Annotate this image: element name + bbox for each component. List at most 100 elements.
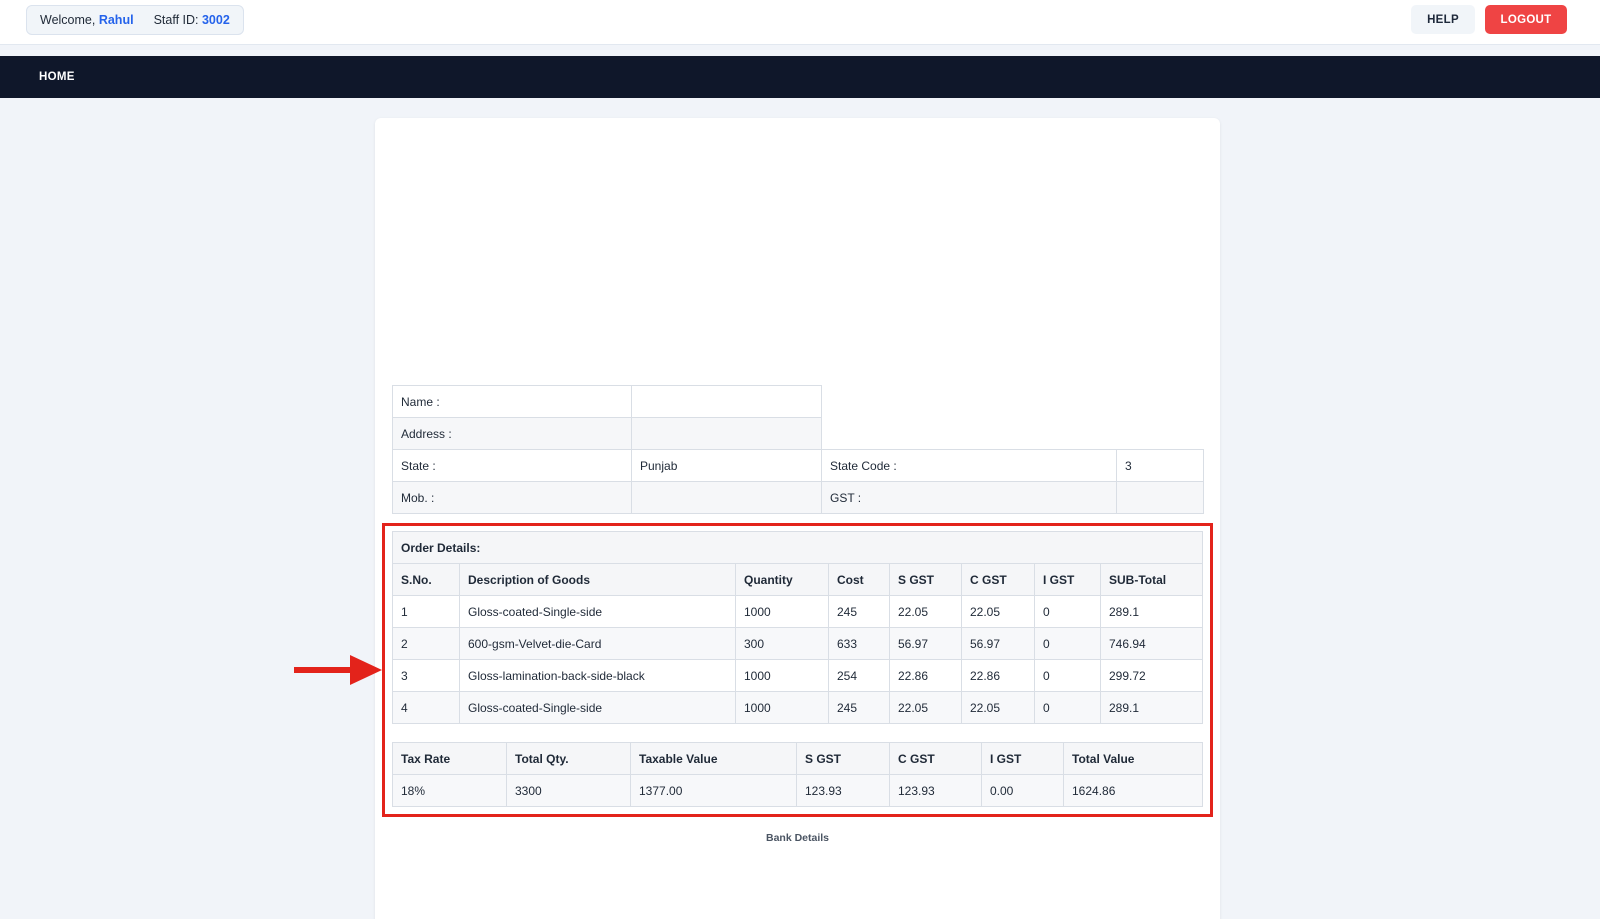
cell-sgst: 56.97 bbox=[889, 627, 962, 660]
cell-cgst-total: 123.93 bbox=[889, 774, 982, 807]
state-code-value: 3 bbox=[1116, 449, 1204, 482]
order-details-title: Order Details: bbox=[392, 531, 1203, 564]
cell-subtotal: 289.1 bbox=[1100, 595, 1203, 628]
column-header: Total Value bbox=[1063, 742, 1203, 775]
cell-cgst: 56.97 bbox=[961, 627, 1035, 660]
column-header: S GST bbox=[889, 563, 962, 596]
state-value: Punjab bbox=[631, 449, 822, 482]
table-row: 4 Gloss-coated-Single-side 1000 245 22.0… bbox=[392, 691, 1203, 724]
cell-sno: 3 bbox=[392, 659, 460, 692]
column-header: Description of Goods bbox=[459, 563, 736, 596]
logout-button[interactable]: LOGOUT bbox=[1485, 5, 1567, 34]
column-header: I GST bbox=[1034, 563, 1101, 596]
staff-id-value: 3002 bbox=[201, 13, 230, 27]
user-info-box: Welcome, Rahul Staff ID: 3002 bbox=[26, 5, 244, 35]
help-button[interactable]: HELP bbox=[1411, 5, 1475, 34]
cell-sno: 2 bbox=[392, 627, 460, 660]
cell-cgst: 22.86 bbox=[961, 659, 1035, 692]
cell-sgst-total: 123.93 bbox=[796, 774, 890, 807]
cell-taxable-value: 1377.00 bbox=[630, 774, 797, 807]
table-row: 3 Gloss-lamination-back-side-black 1000 … bbox=[392, 659, 1203, 692]
cell-sgst: 22.05 bbox=[889, 691, 962, 724]
empty-cell bbox=[822, 386, 1117, 418]
cell-description: 600-gsm-Velvet-die-Card bbox=[459, 627, 736, 660]
cell-sgst: 22.05 bbox=[889, 595, 962, 628]
cell-quantity: 1000 bbox=[735, 595, 829, 628]
cell-cost: 245 bbox=[828, 691, 890, 724]
cell-sno: 1 bbox=[392, 595, 460, 628]
cell-cost: 245 bbox=[828, 595, 890, 628]
cell-igst-total: 0.00 bbox=[981, 774, 1064, 807]
table-row: 1 Gloss-coated-Single-side 1000 245 22.0… bbox=[392, 595, 1203, 628]
cell-cost: 254 bbox=[828, 659, 890, 692]
cell-tax-rate: 18% bbox=[392, 774, 507, 807]
empty-cell bbox=[1117, 386, 1204, 418]
cell-subtotal: 289.1 bbox=[1100, 691, 1203, 724]
tax-summary-table: Tax Rate Total Qty. Taxable Value S GST … bbox=[392, 742, 1203, 807]
state-label: State : bbox=[392, 449, 632, 482]
state-code-label: State Code : bbox=[821, 449, 1117, 482]
column-header: C GST bbox=[961, 563, 1035, 596]
customer-row-mob: Mob. : GST : bbox=[392, 481, 1204, 514]
nav-home-link[interactable]: HOME bbox=[39, 56, 75, 98]
address-label: Address : bbox=[392, 417, 632, 450]
column-header: Total Qty. bbox=[506, 742, 631, 775]
customer-row-address: Address : bbox=[392, 417, 1204, 450]
gst-label: GST : bbox=[821, 481, 1117, 514]
nav-bar: HOME bbox=[0, 56, 1600, 98]
cell-cost: 633 bbox=[828, 627, 890, 660]
staff-id-label: Staff ID: bbox=[153, 13, 199, 27]
cell-igst: 0 bbox=[1034, 627, 1101, 660]
cell-igst: 0 bbox=[1034, 595, 1101, 628]
empty-cell bbox=[821, 417, 1117, 450]
cell-igst: 0 bbox=[1034, 691, 1101, 724]
order-details-table: Order Details: S.No. Description of Good… bbox=[392, 531, 1203, 724]
cell-description: Gloss-lamination-back-side-black bbox=[459, 659, 736, 692]
summary-value-row: 18% 3300 1377.00 123.93 123.93 0.00 1624… bbox=[392, 774, 1203, 807]
welcome-text: Welcome, Rahul bbox=[40, 13, 134, 27]
gst-value bbox=[1116, 481, 1204, 514]
cell-description: Gloss-coated-Single-side bbox=[459, 691, 736, 724]
summary-header-row: Tax Rate Total Qty. Taxable Value S GST … bbox=[392, 742, 1203, 775]
bank-details-title: Bank Details bbox=[765, 832, 830, 844]
table-row: 2 600-gsm-Velvet-die-Card 300 633 56.97 … bbox=[392, 627, 1203, 660]
column-header: C GST bbox=[889, 742, 982, 775]
customer-details-table: Name : Address : State : Punjab State Co… bbox=[392, 385, 1204, 514]
name-label: Name : bbox=[392, 385, 632, 418]
column-header: S GST bbox=[796, 742, 890, 775]
staff-id-text: Staff ID: 3002 bbox=[154, 13, 230, 27]
column-header: Cost bbox=[828, 563, 890, 596]
cell-quantity: 1000 bbox=[735, 659, 829, 692]
cell-sno: 4 bbox=[392, 691, 460, 724]
cell-igst: 0 bbox=[1034, 659, 1101, 692]
customer-row-name: Name : bbox=[392, 385, 1204, 418]
cell-sgst: 22.86 bbox=[889, 659, 962, 692]
mob-label: Mob. : bbox=[392, 481, 632, 514]
order-header-row: S.No. Description of Goods Quantity Cost… bbox=[392, 563, 1203, 596]
cell-description: Gloss-coated-Single-side bbox=[459, 595, 736, 628]
column-header: Taxable Value bbox=[630, 742, 797, 775]
cell-cgst: 22.05 bbox=[961, 691, 1035, 724]
cell-quantity: 1000 bbox=[735, 691, 829, 724]
right-arrow-icon bbox=[294, 655, 382, 685]
address-value bbox=[631, 417, 822, 450]
order-title-row: Order Details: bbox=[392, 531, 1203, 564]
column-header: S.No. bbox=[392, 563, 460, 596]
column-header: Tax Rate bbox=[392, 742, 507, 775]
column-header: I GST bbox=[981, 742, 1064, 775]
customer-row-state: State : Punjab State Code : 3 bbox=[392, 449, 1204, 482]
welcome-prefix: Welcome, bbox=[40, 13, 96, 27]
cell-subtotal: 746.94 bbox=[1100, 627, 1203, 660]
cell-total-value: 1624.86 bbox=[1063, 774, 1203, 807]
empty-cell bbox=[1116, 417, 1204, 450]
user-name: Rahul bbox=[98, 13, 134, 27]
cell-total-qty: 3300 bbox=[506, 774, 631, 807]
mob-value bbox=[631, 481, 822, 514]
name-value bbox=[631, 385, 822, 418]
top-bar: Welcome, Rahul Staff ID: 3002 HELP LOGOU… bbox=[0, 0, 1600, 45]
column-header: SUB-Total bbox=[1100, 563, 1203, 596]
cell-cgst: 22.05 bbox=[961, 595, 1035, 628]
cell-quantity: 300 bbox=[735, 627, 829, 660]
cell-subtotal: 299.72 bbox=[1100, 659, 1203, 692]
column-header: Quantity bbox=[735, 563, 829, 596]
